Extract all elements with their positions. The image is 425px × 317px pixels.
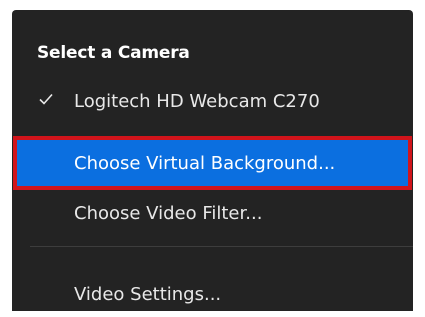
menu-item-label: Video Settings...	[74, 283, 222, 305]
menu-divider	[30, 246, 413, 247]
menu-item-video-settings[interactable]: Video Settings...	[12, 271, 413, 317]
menu-item-highlight: Choose Virtual Background...	[17, 140, 408, 186]
checkmark-icon	[39, 93, 53, 105]
menu-item-choose-video-filter[interactable]: Choose Video Filter...	[12, 190, 413, 236]
menu-item-choose-virtual-background[interactable]: Choose Virtual Background...	[13, 136, 412, 190]
camera-context-menu: Select a Camera Logitech HD Webcam C270 …	[12, 10, 413, 311]
menu-item-label: Choose Virtual Background...	[74, 152, 336, 174]
menu-item-label: Logitech HD Webcam C270	[74, 90, 320, 112]
section-title-select-camera: Select a Camera	[37, 43, 190, 63]
menu-item-logitech-webcam[interactable]: Logitech HD Webcam C270	[12, 78, 413, 124]
menu-item-label: Choose Video Filter...	[74, 202, 263, 224]
